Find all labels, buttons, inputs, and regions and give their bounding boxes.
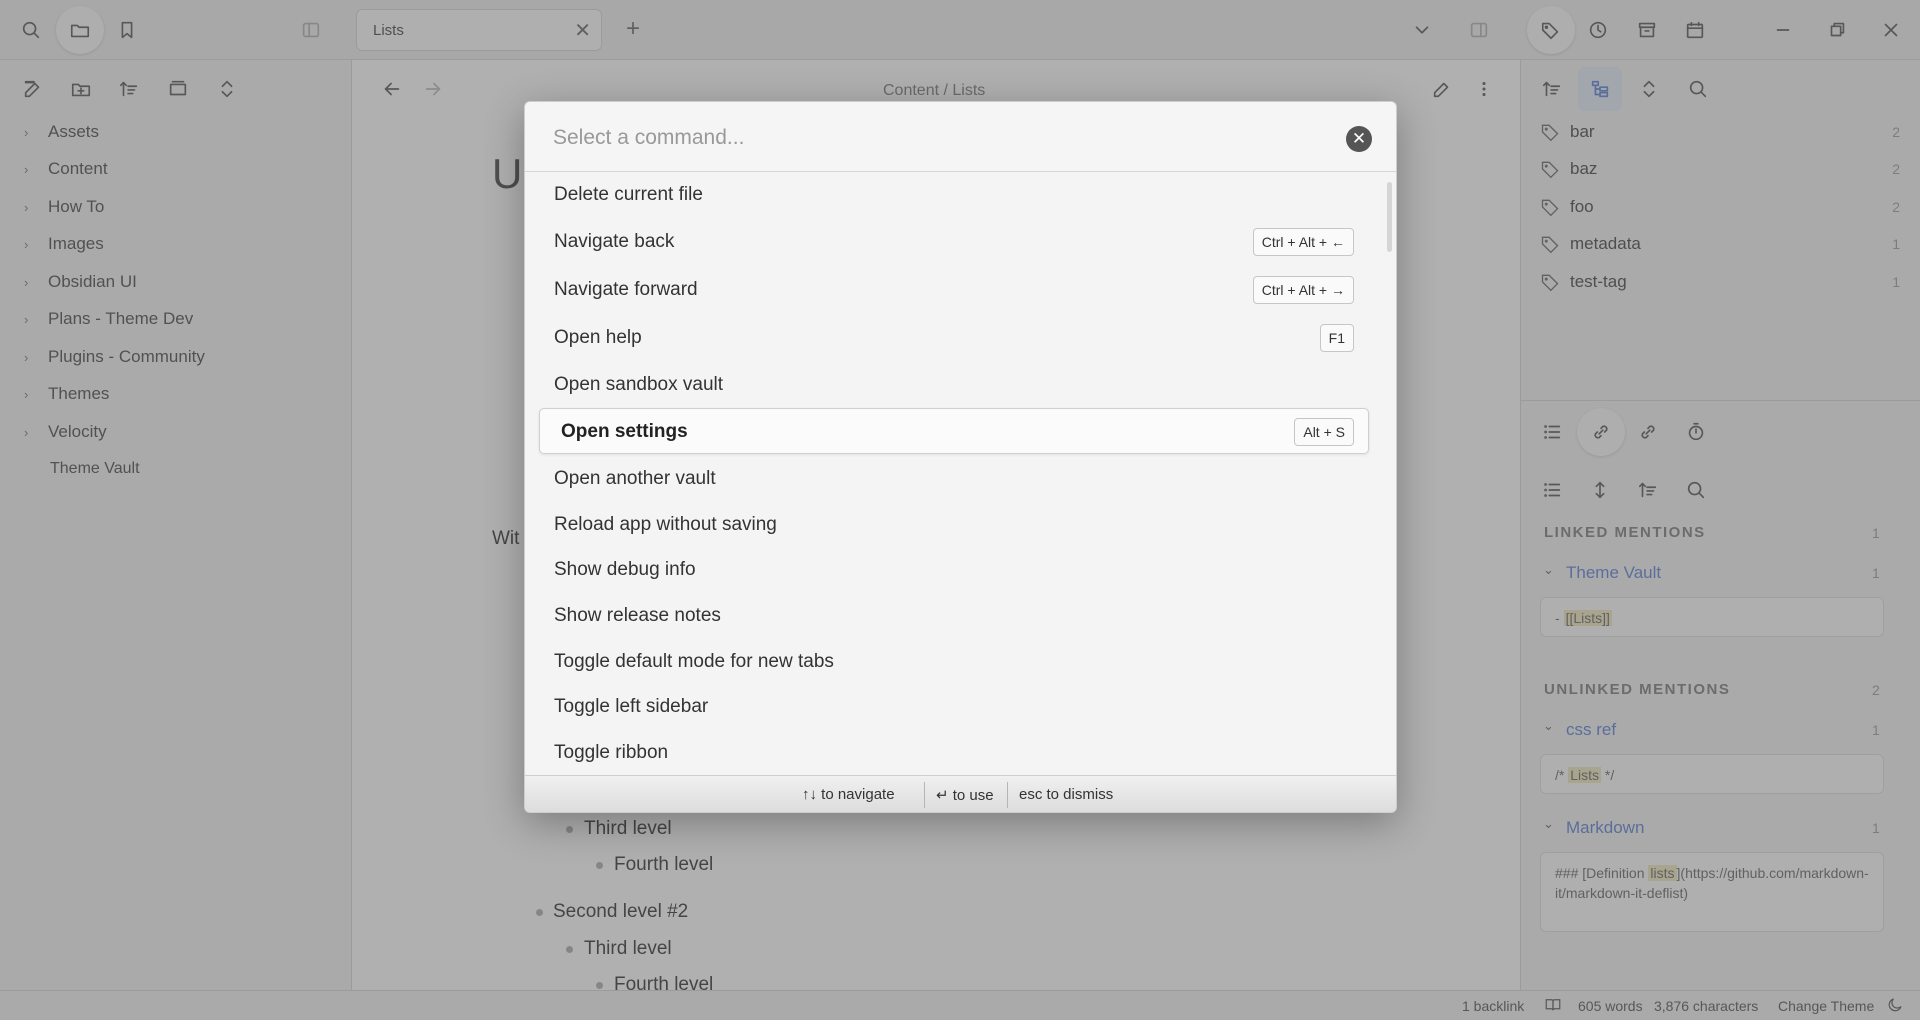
command-item[interactable]: Toggle left sidebar	[525, 684, 1396, 730]
command-item[interactable]: Open another vault	[525, 456, 1396, 502]
hotkey-badge: Ctrl + Alt + →	[1252, 276, 1354, 304]
command-search-input[interactable]	[553, 122, 1313, 154]
hotkey-badge: F1	[1319, 324, 1354, 352]
command-label: Open sandbox vault	[554, 374, 724, 395]
command-label: Delete current file	[554, 184, 703, 205]
divider	[1007, 782, 1008, 808]
command-palette: ✕ Delete current file Navigate back Ctrl …	[524, 101, 1397, 813]
command-item[interactable]: Show release notes	[525, 593, 1396, 639]
command-item[interactable]: Open help F1	[525, 315, 1396, 361]
command-item[interactable]: Show debug info	[525, 547, 1396, 593]
hotkey-badge: Alt + S	[1294, 418, 1354, 446]
command-label: Reload app without saving	[554, 514, 777, 535]
command-label: Navigate forward	[554, 279, 698, 300]
command-item[interactable]: Reload app without saving	[525, 502, 1396, 548]
hotkey-badge: Ctrl + Alt + ←	[1252, 228, 1354, 256]
command-label: Open settings	[561, 421, 688, 442]
command-item[interactable]: Toggle default mode for new tabs	[525, 639, 1396, 685]
command-item[interactable]: Open sandbox vault	[525, 362, 1396, 408]
clear-icon[interactable]: ✕	[1346, 126, 1372, 152]
scrollbar[interactable]	[1387, 182, 1392, 252]
command-palette-footer: ↑↓ to navigate ↵ to use esc to dismiss	[525, 775, 1396, 812]
command-label: Open help	[554, 327, 642, 348]
command-item[interactable]: Toggle ribbon	[525, 730, 1396, 775]
command-label: Show debug info	[554, 559, 696, 580]
command-label: Open another vault	[554, 468, 716, 489]
command-input-bar: ✕	[525, 102, 1396, 172]
command-label: Toggle default mode for new tabs	[554, 651, 834, 672]
command-item[interactable]: Delete current file	[525, 172, 1396, 218]
command-item-selected[interactable]: Open settings Alt + S	[539, 408, 1369, 454]
use-hint: ↵ to use	[936, 787, 994, 804]
command-label: Toggle left sidebar	[554, 696, 709, 717]
dismiss-hint: esc to dismiss	[1019, 786, 1114, 803]
command-label: Toggle ribbon	[554, 742, 669, 763]
command-list: Delete current file Navigate back Ctrl + …	[525, 172, 1396, 775]
divider	[924, 782, 925, 808]
command-item[interactable]: Navigate back Ctrl + Alt + ←	[525, 219, 1396, 265]
navigate-hint: ↑↓ to navigate	[802, 786, 895, 803]
command-label: Navigate back	[554, 231, 675, 252]
command-item[interactable]: Navigate forward Ctrl + Alt + →	[525, 267, 1396, 313]
command-label: Show release notes	[554, 605, 721, 626]
